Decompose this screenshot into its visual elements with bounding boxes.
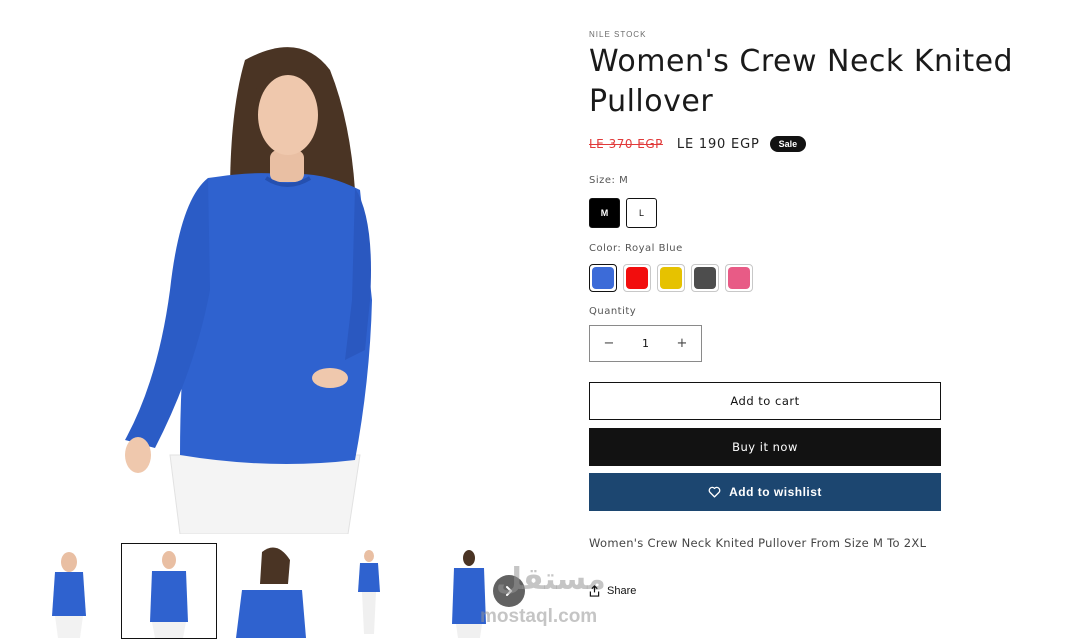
- color-swatch-fill: [728, 267, 750, 289]
- share-button[interactable]: Share: [589, 585, 636, 597]
- quantity-label: Quantity: [589, 306, 637, 317]
- main-product-image[interactable]: [30, 0, 560, 535]
- thumbnail-3[interactable]: [222, 544, 316, 638]
- size-options: M L: [589, 198, 657, 228]
- color-swatch-fill: [660, 267, 682, 289]
- vendor-name: NILE STOCK: [589, 30, 647, 39]
- sale-badge: Sale: [769, 136, 807, 152]
- color-options: [589, 264, 753, 292]
- sale-price: LE 190 EGP: [676, 136, 760, 152]
- thumbnail-2[interactable]: [121, 543, 217, 639]
- add-to-wishlist-button[interactable]: Add to wishlist: [589, 473, 941, 511]
- color-swatch-red[interactable]: [623, 264, 651, 292]
- color-swatch-royal-blue[interactable]: [589, 264, 617, 292]
- thumbnail-strip: [0, 543, 560, 641]
- price-row: LE 370 EGP LE 190 EGP Sale: [589, 136, 807, 152]
- share-icon: [589, 585, 600, 597]
- size-option-m[interactable]: M: [589, 198, 620, 228]
- color-swatch-yellow[interactable]: [657, 264, 685, 292]
- chevron-right-icon: [506, 586, 513, 596]
- size-option-l[interactable]: L: [626, 198, 657, 228]
- share-label: Share: [607, 585, 637, 597]
- color-label: Color: Royal Blue: [589, 243, 683, 254]
- color-swatch-fill: [694, 267, 716, 289]
- quantity-decrease-button[interactable]: −: [602, 336, 616, 351]
- color-swatch-pink[interactable]: [725, 264, 753, 292]
- quantity-input[interactable]: 1: [642, 337, 649, 350]
- quantity-increase-button[interactable]: +: [675, 336, 689, 351]
- color-swatch-fill: [626, 267, 648, 289]
- original-price: LE 370 EGP: [589, 137, 663, 151]
- buy-now-button[interactable]: Buy it now: [589, 428, 941, 466]
- add-to-cart-button[interactable]: Add to cart: [589, 382, 941, 420]
- gallery-next-button[interactable]: [493, 575, 525, 607]
- thumbnail-1[interactable]: [22, 544, 116, 638]
- wishlist-label: Add to wishlist: [729, 485, 822, 499]
- quantity-stepper: − 1 +: [589, 325, 702, 362]
- product-description: Women's Crew Neck Knited Pullover From S…: [589, 536, 927, 550]
- heart-icon: [708, 486, 721, 498]
- color-swatch-fill: [592, 267, 614, 289]
- product-photo: [125, 47, 372, 535]
- color-swatch-gray[interactable]: [691, 264, 719, 292]
- product-title: Women's Crew Neck Knited Pullover: [589, 44, 1014, 119]
- size-label: Size: M: [589, 175, 629, 186]
- thumbnail-4[interactable]: [322, 544, 416, 638]
